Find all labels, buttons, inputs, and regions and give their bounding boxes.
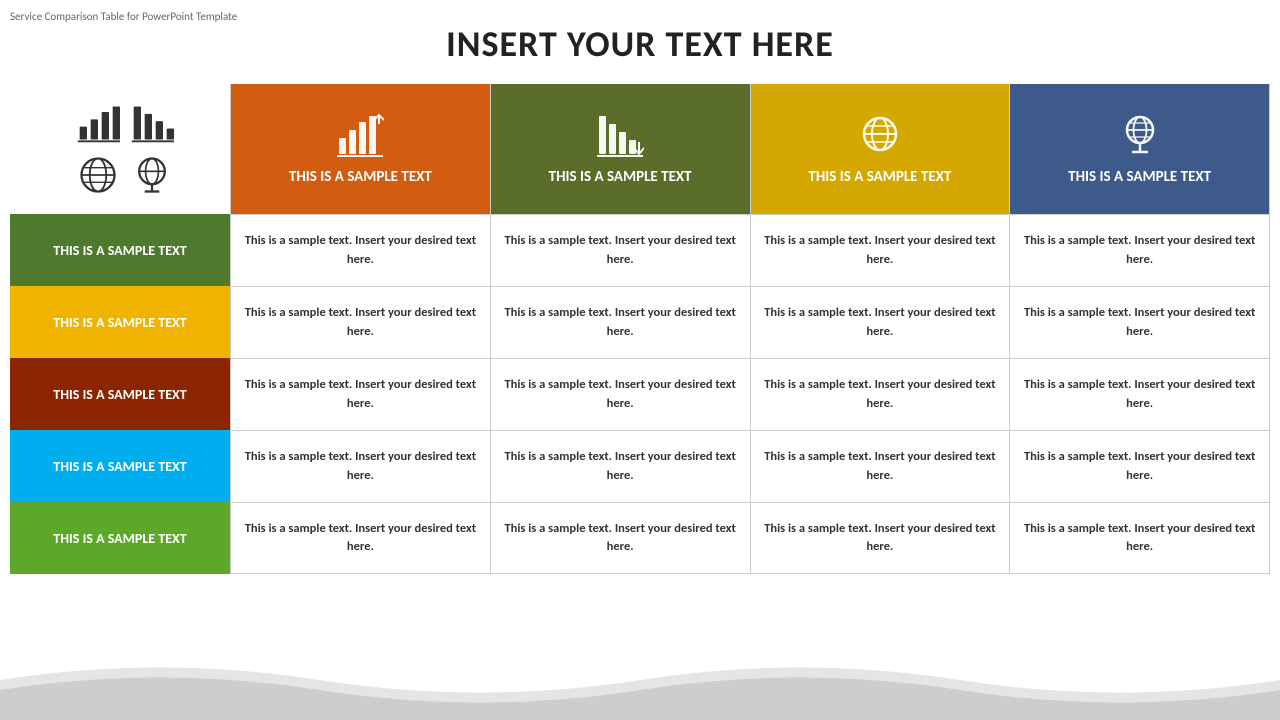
col-2-header: THIS IS A SAMPLE TEXT <box>491 84 750 214</box>
col-3-icon <box>856 112 904 160</box>
col-4-header: THIS IS A SAMPLE TEXT <box>1010 84 1269 214</box>
col-3-cell-4: This is a sample text. Insert your desir… <box>751 430 1010 502</box>
row-label-4: THIS IS A SAMPLE TEXT <box>10 430 230 502</box>
globe-flat-icon <box>76 153 120 197</box>
col-1-header: THIS IS A SAMPLE TEXT <box>231 84 490 214</box>
col-3-cell-3: This is a sample text. Insert your desir… <box>751 358 1010 430</box>
col-2-cell-2: This is a sample text. Insert your desir… <box>491 286 750 358</box>
row-label-2: THIS IS A SAMPLE TEXT <box>10 286 230 358</box>
col-2-cell-3: This is a sample text. Insert your desir… <box>491 358 750 430</box>
col-1-icon <box>336 112 384 160</box>
col-4-cell-1: This is a sample text. Insert your desir… <box>1010 214 1269 286</box>
wave-decoration <box>0 650 1280 720</box>
row-label-1: THIS IS A SAMPLE TEXT <box>10 214 230 286</box>
data-columns: THIS IS A SAMPLE TEXT This is a sample t… <box>230 84 1270 574</box>
col-3-cell-1: This is a sample text. Insert your desir… <box>751 214 1010 286</box>
column-2: THIS IS A SAMPLE TEXT This is a sample t… <box>490 84 750 574</box>
column-4: THIS IS A SAMPLE TEXT This is a sample t… <box>1009 84 1270 574</box>
col-4-cell-4: This is a sample text. Insert your desir… <box>1010 430 1269 502</box>
col-1-cell-1: This is a sample text. Insert your desir… <box>231 214 490 286</box>
column-1: THIS IS A SAMPLE TEXT This is a sample t… <box>230 84 490 574</box>
bar-chart-up-icon <box>76 101 120 145</box>
col-4-cell-3: This is a sample text. Insert your desir… <box>1010 358 1269 430</box>
col-1-cell-4: This is a sample text. Insert your desir… <box>231 430 490 502</box>
col-3-header-text: THIS IS A SAMPLE TEXT <box>808 168 951 186</box>
row-label-3: THIS IS A SAMPLE TEXT <box>10 358 230 430</box>
watermark-label: Service Comparison Table for PowerPoint … <box>10 10 237 23</box>
col-2-icon <box>596 112 644 160</box>
col-1-header-text: THIS IS A SAMPLE TEXT <box>289 168 432 186</box>
content-area: THIS IS A SAMPLE TEXT THIS IS A SAMPLE T… <box>10 84 1270 574</box>
column-3: THIS IS A SAMPLE TEXT This is a sample t… <box>750 84 1010 574</box>
col-1-cell-2: This is a sample text. Insert your desir… <box>231 286 490 358</box>
col-4-cell-5: This is a sample text. Insert your desir… <box>1010 502 1269 574</box>
col-3-cell-5: This is a sample text. Insert your desir… <box>751 502 1010 574</box>
icon-group-right <box>130 101 174 197</box>
col-4-header-text: THIS IS A SAMPLE TEXT <box>1068 168 1211 186</box>
col-2-header-text: THIS IS A SAMPLE TEXT <box>549 168 692 186</box>
col-2-cell-5: This is a sample text. Insert your desir… <box>491 502 750 574</box>
col-3-header: THIS IS A SAMPLE TEXT <box>751 84 1010 214</box>
col-3-cell-2: This is a sample text. Insert your desir… <box>751 286 1010 358</box>
col-4-cell-2: This is a sample text. Insert your desir… <box>1010 286 1269 358</box>
col-2-cell-1: This is a sample text. Insert your desir… <box>491 214 750 286</box>
col-2-cell-4: This is a sample text. Insert your desir… <box>491 430 750 502</box>
row-label-5: THIS IS A SAMPLE TEXT <box>10 502 230 574</box>
icon-area <box>10 84 230 214</box>
col-4-icon <box>1116 112 1164 160</box>
icon-group-left <box>76 101 120 197</box>
globe-stand-icon <box>130 153 174 197</box>
col-1-cell-3: This is a sample text. Insert your desir… <box>231 358 490 430</box>
bar-chart-down-icon <box>130 101 174 145</box>
col-1-cell-5: This is a sample text. Insert your desir… <box>231 502 490 574</box>
left-column: THIS IS A SAMPLE TEXT THIS IS A SAMPLE T… <box>10 84 230 574</box>
